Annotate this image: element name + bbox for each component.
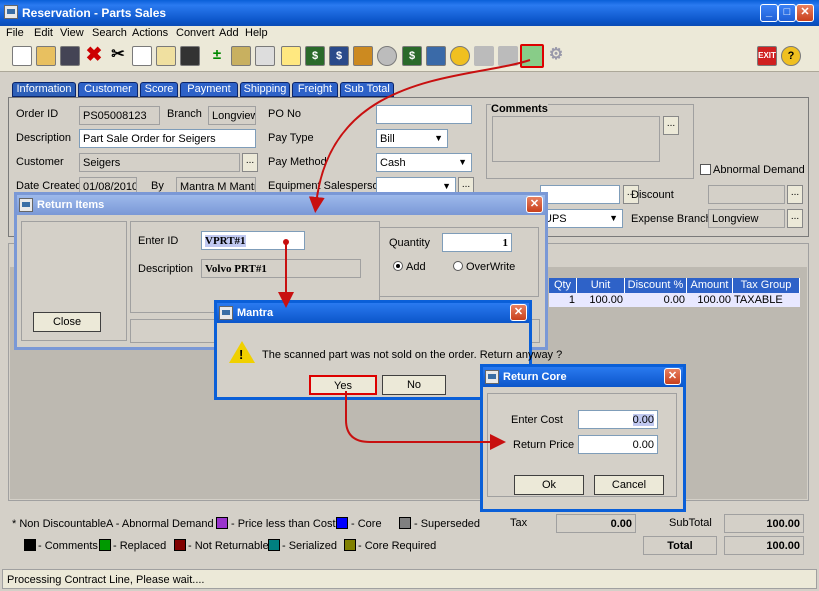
arrow-yes-to-return-core — [345, 391, 506, 450]
annotation-arrows — [278, 59, 531, 450]
arrow-toolbar-to-return-items — [308, 59, 531, 213]
